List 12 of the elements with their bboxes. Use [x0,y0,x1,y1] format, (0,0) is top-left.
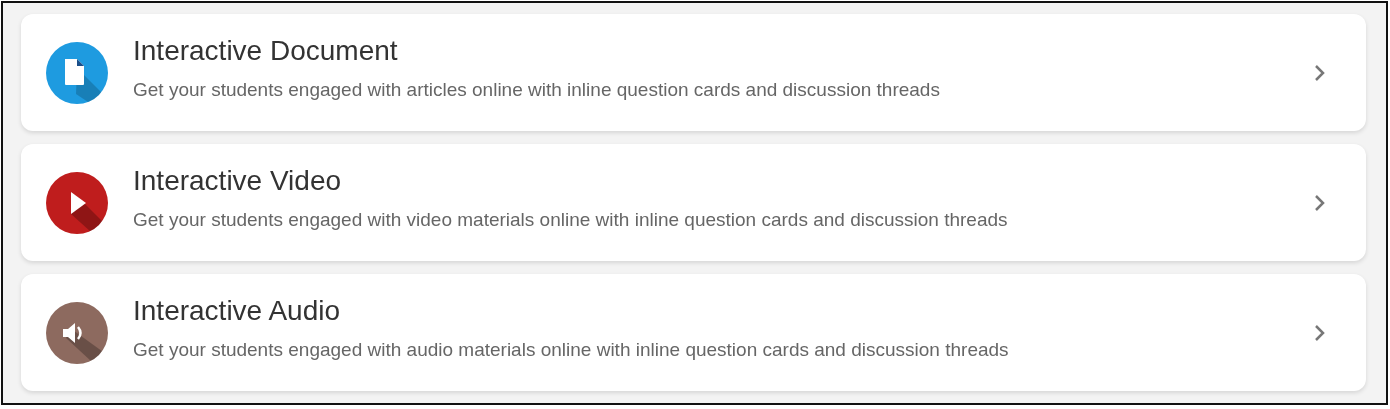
chevron-right-icon [1314,323,1326,342]
option-card[interactable]: Interactive Document Get your students engaged with articles online with inline question cards and discussion threads [21,14,1366,131]
option-card[interactable]: Interactive Audio Get your students engaged with audio materials online with inline question cards and discussion threads [21,274,1366,391]
chevron-right-icon [1314,63,1326,82]
card-title: Interactive Document [133,34,399,67]
card-description: Get your students engaged with audio materials online with inline question cards and discussion threads [133,338,1010,361]
card-description: Get your students engaged with articles online with inline question cards and discussion threads [133,78,941,101]
card-title: Interactive Video [133,164,343,197]
card-title: Interactive Audio [133,294,342,327]
card-description: Get your students engaged with video materials online with inline question cards and discussion threads [133,208,1009,231]
chevron-right-icon [1314,193,1326,212]
option-card[interactable]: Interactive Video Get your students engaged with video materials online with inline question cards and discussion threads [21,144,1366,261]
